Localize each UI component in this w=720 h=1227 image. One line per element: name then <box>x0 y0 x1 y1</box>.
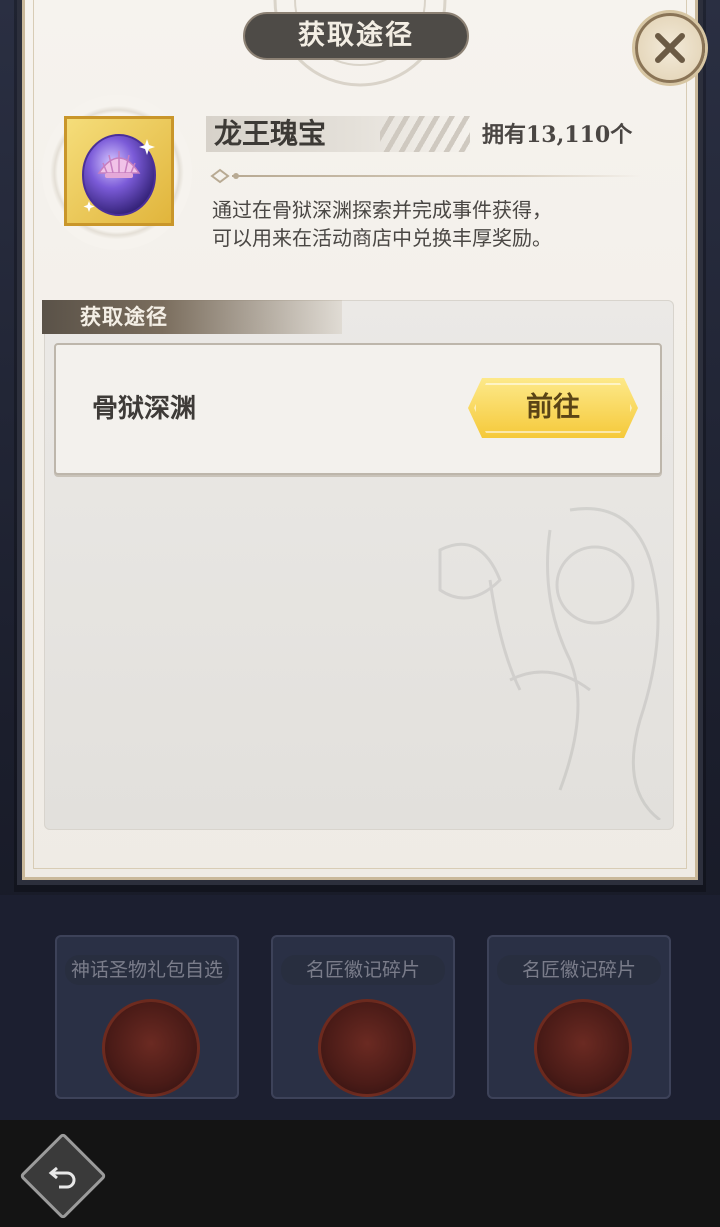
item-description: 通过在骨狱深渊探索并完成事件获得， 可以用来在活动商店中兑换丰厚奖励。 <box>212 196 652 252</box>
shop-card[interactable]: 名匠徽记碎片 <box>487 935 671 1099</box>
section-label: 获取途径 <box>80 305 168 329</box>
item-icon-frame <box>64 116 174 226</box>
dialog-title: 获取途径 <box>243 12 469 60</box>
owned-count: 拥有13,110个 <box>482 122 633 148</box>
shop-card[interactable]: 名匠徽记碎片 <box>271 935 455 1099</box>
emblem-fragment-icon <box>318 999 416 1097</box>
character-watermark-icon <box>438 507 661 820</box>
pearl-shell-icon <box>82 134 156 216</box>
close-button[interactable] <box>635 13 705 83</box>
shop-card-title: 名匠徽记碎片 <box>497 955 661 985</box>
shop-card-title: 神话圣物礼包自选 <box>65 955 229 985</box>
divider <box>232 175 642 177</box>
description-line: 可以用来在活动商店中兑换丰厚奖励。 <box>212 226 552 250</box>
description-line: 通过在骨狱深渊探索并完成事件获得， <box>212 198 552 222</box>
go-button-label[interactable]: 前往 <box>468 378 638 438</box>
item-name: 龙王瑰宝 <box>214 117 327 150</box>
item-name-decoration <box>380 116 470 152</box>
close-icon <box>655 33 685 63</box>
source-name: 骨狱深渊 <box>92 394 197 424</box>
emblem-fragment-icon <box>534 999 632 1097</box>
shop-card-title: 名匠徽记碎片 <box>281 955 445 985</box>
back-arrow-icon <box>48 1166 76 1189</box>
shop-card[interactable]: 神话圣物礼包自选 <box>55 935 239 1099</box>
bottom-bar <box>0 1120 720 1227</box>
relic-pack-icon <box>102 999 200 1097</box>
